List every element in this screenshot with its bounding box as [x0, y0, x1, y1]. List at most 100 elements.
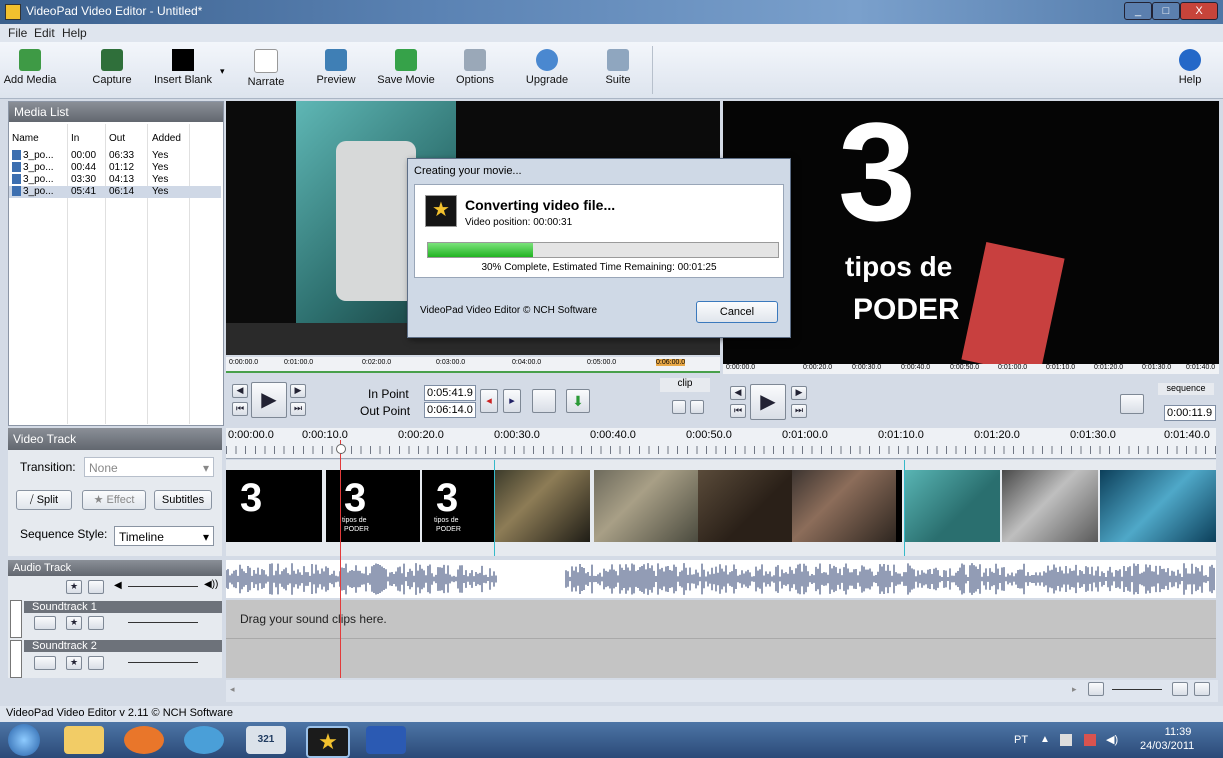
maximize-button[interactable]: □ — [1152, 2, 1180, 20]
soundtrack1-volume-slider[interactable] — [128, 622, 198, 623]
collapse-icon[interactable] — [10, 600, 22, 638]
playhead[interactable] — [340, 440, 341, 678]
zoom-fit-icon[interactable] — [1194, 682, 1210, 696]
seq-go-start-button[interactable]: ⏮ — [730, 404, 746, 418]
seq-go-end-button[interactable]: ⏭ — [791, 404, 807, 418]
set-out-point-button[interactable]: ▸ — [503, 389, 521, 413]
scroll-right-icon[interactable]: ▸ — [1072, 684, 1077, 695]
upgrade-button[interactable]: Upgrade — [522, 46, 572, 94]
scroll-left-icon[interactable]: ◂ — [230, 684, 235, 695]
volume-slider[interactable] — [128, 586, 198, 587]
column-out[interactable]: Out — [109, 133, 125, 144]
clip-thumbnail[interactable] — [698, 470, 792, 542]
out-point-field[interactable]: 0:06:14.0 — [424, 402, 476, 418]
capture-button[interactable]: Capture — [86, 46, 138, 94]
menu-edit[interactable]: Edit — [34, 26, 55, 40]
sequence-tab[interactable]: sequence — [1158, 383, 1214, 395]
soundtrack1-star-icon[interactable]: ★ — [66, 616, 82, 630]
action-center-icon[interactable] — [1084, 734, 1096, 746]
column-added[interactable]: Added — [152, 133, 181, 144]
clip-thumbnail[interactable] — [792, 470, 896, 542]
minimize-button[interactable]: _ — [1124, 2, 1152, 20]
play-sequence-button[interactable]: ▶ — [750, 384, 786, 420]
clock-date[interactable]: 24/03/2011 — [1140, 740, 1194, 752]
next-frame-button[interactable]: ▶ — [290, 384, 306, 398]
save-movie-button[interactable]: Save Movie — [374, 46, 438, 94]
add-media-button[interactable]: Add Media — [2, 46, 58, 94]
split-button[interactable]: ⧸ Split — [16, 490, 72, 510]
transition-select[interactable]: None ▾ — [84, 457, 214, 477]
timeline-ruler[interactable]: 0:00:00.0 0:00:10.0 0:00:20.0 0:00:30.0 … — [226, 428, 1216, 459]
playhead-handle[interactable] — [336, 444, 346, 454]
list-item[interactable]: 3_po... 03:30 04:13 Yes — [9, 174, 221, 186]
insert-blank-button[interactable]: Insert Blank — [150, 46, 216, 94]
clip-thumbnail[interactable] — [1100, 470, 1216, 542]
timeline-zoom-out-icon[interactable] — [1088, 682, 1104, 696]
clock-time[interactable]: 11:39 — [1150, 726, 1206, 738]
column-name[interactable]: Name — [12, 133, 39, 144]
help-button[interactable]: Help — [1170, 46, 1210, 94]
place-on-sequence-icon[interactable]: ⬇ — [566, 389, 590, 413]
menu-help[interactable]: Help — [62, 26, 87, 40]
column-in[interactable]: In — [71, 133, 79, 144]
effect-button[interactable]: ★ Effect — [82, 490, 146, 510]
word-icon[interactable] — [366, 726, 406, 754]
soundtrack2-split-icon[interactable] — [34, 656, 56, 670]
cancel-button[interactable]: Cancel — [696, 301, 778, 323]
clip-thumbnail[interactable] — [904, 470, 1000, 542]
videopad-taskbar-icon[interactable]: ★ — [306, 726, 350, 758]
start-button[interactable] — [8, 724, 40, 756]
list-item-selected[interactable]: 3_po... 05:41 06:14 Yes — [9, 186, 221, 198]
preview-button[interactable]: Preview — [312, 46, 360, 94]
video-track[interactable]: 3 3 tipos de PODER 3 tipos de PODER — [226, 460, 1216, 556]
suite-button[interactable]: Suite — [598, 46, 638, 94]
volume-icon[interactable]: ◀) — [1106, 733, 1118, 746]
list-item[interactable]: 3_po... 00:00 06:33 Yes — [9, 150, 221, 162]
mute-icon[interactable] — [88, 580, 104, 594]
seq-prev-frame-button[interactable]: ◀ — [730, 386, 746, 400]
zoom-in-icon[interactable] — [690, 400, 704, 414]
go-end-button[interactable]: ⏭ — [290, 402, 306, 416]
prev-frame-button[interactable]: ◀ — [232, 384, 248, 398]
narrate-button[interactable]: Narrate — [242, 46, 290, 94]
split-clip-icon[interactable] — [532, 389, 556, 413]
timeline-zoom-in-icon[interactable] — [1172, 682, 1188, 696]
sequence-time-field[interactable]: 0:00:11.9 — [1164, 405, 1216, 421]
set-in-point-button[interactable]: ◂ — [480, 389, 498, 413]
language-indicator[interactable]: PT — [1014, 734, 1028, 746]
clip-title-card[interactable]: 3 — [226, 470, 322, 542]
media-player-icon[interactable] — [184, 726, 224, 754]
options-button[interactable]: Options — [452, 46, 498, 94]
network-icon[interactable] — [1060, 734, 1072, 746]
audio-track[interactable] — [225, 560, 1216, 598]
soundtrack1-split-icon[interactable] — [34, 616, 56, 630]
explorer-icon[interactable] — [64, 726, 104, 754]
insert-blank-dropdown-icon[interactable]: ▾ — [220, 66, 225, 77]
clip-thumbnail[interactable] — [494, 470, 590, 542]
soundtrack2-star-icon[interactable]: ★ — [66, 656, 82, 670]
seq-next-frame-button[interactable]: ▶ — [791, 386, 807, 400]
clip-tab[interactable]: clip — [660, 378, 710, 392]
clip-thumbnail[interactable] — [594, 470, 698, 542]
timeline-scrollbar[interactable] — [226, 680, 1218, 702]
play-clip-button[interactable]: ▶ — [251, 382, 287, 418]
soundtrack2-mute-icon[interactable] — [88, 656, 104, 670]
calendar-icon[interactable]: 321 — [246, 726, 286, 754]
expand-icon[interactable] — [10, 640, 22, 678]
timeline-zoom-slider[interactable] — [1112, 689, 1162, 690]
soundtrack2-volume-slider[interactable] — [128, 662, 198, 663]
in-point-field[interactable]: 0:05:41.9 — [424, 385, 476, 401]
menu-file[interactable]: File — [8, 26, 27, 40]
zoom-out-icon[interactable] — [672, 400, 686, 414]
list-item[interactable]: 3_po... 00:44 01:12 Yes — [9, 162, 221, 174]
snapshot-camera-icon[interactable] — [1120, 394, 1144, 414]
effect-star-icon[interactable]: ★ — [66, 580, 82, 594]
subtitles-button[interactable]: Subtitles — [154, 490, 212, 510]
close-button[interactable]: X — [1180, 2, 1218, 20]
soundtrack1-mute-icon[interactable] — [88, 616, 104, 630]
firefox-icon[interactable] — [124, 726, 164, 754]
clip-title-card[interactable]: 3 tipos de PODER — [422, 470, 494, 542]
clip-thumbnail[interactable] — [1002, 470, 1098, 542]
show-hidden-icons[interactable]: ▲ — [1040, 734, 1050, 745]
sequence-style-select[interactable]: Timeline ▾ — [114, 526, 214, 546]
